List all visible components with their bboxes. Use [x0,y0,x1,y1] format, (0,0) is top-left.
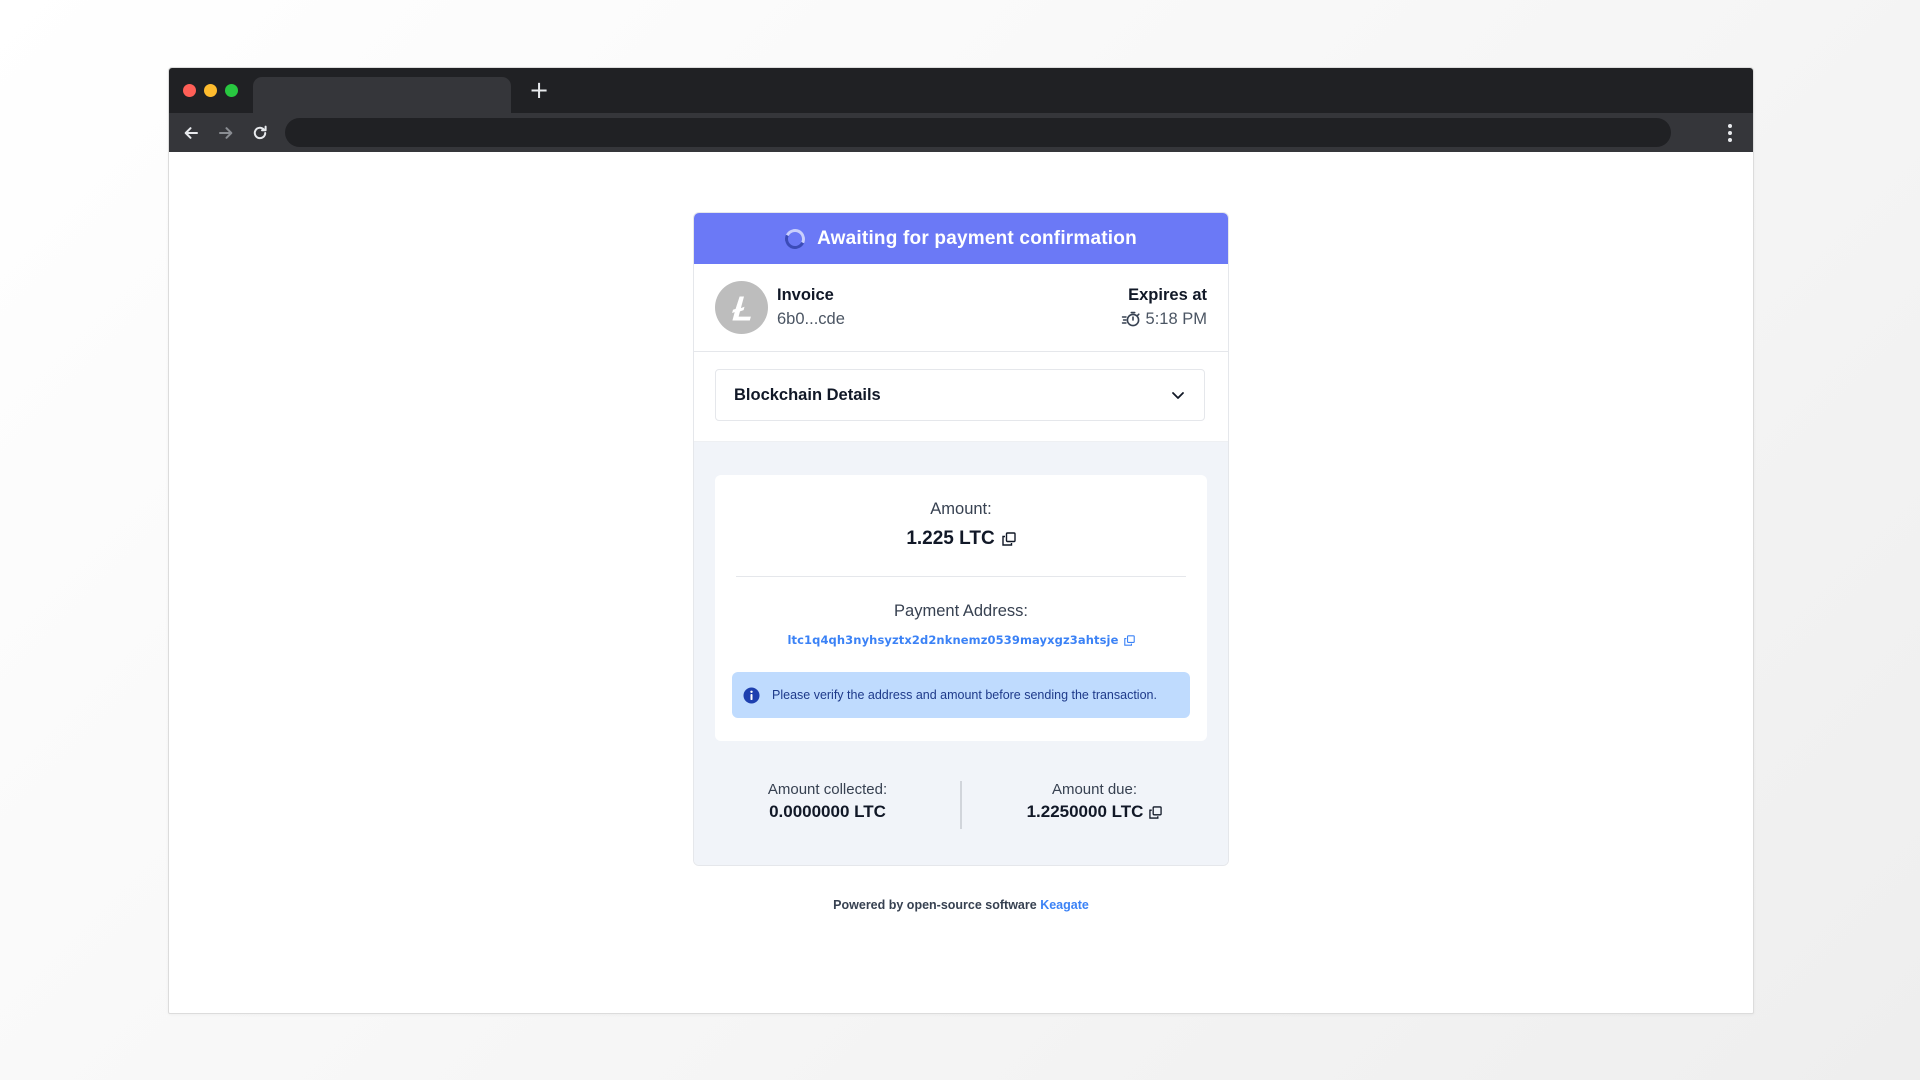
copy-icon [1001,532,1016,546]
powered-by-text: Powered by open-source software [833,898,1037,912]
invoice-info: Invoice 6b0...cde [777,284,845,332]
amount-due: Amount due: 1.2250000 LTC [961,777,1228,824]
payment-area: Amount: 1.225 LTC Payment Address: ltc1q… [694,442,1228,865]
payment-box: Amount: 1.225 LTC Payment Address: ltc1q… [715,475,1207,741]
amount-due-label: Amount due: [1051,781,1138,798]
invoice-header: Invoice 6b0...cde Expires at 5:18 PM [694,264,1228,352]
browser-tab[interactable] [253,77,511,113]
page-viewport: Awaiting for payment confirmation Invoic… [169,152,1753,1012]
amount-row: 1.225 LTC [715,528,1207,550]
tab-bar: + [169,68,1753,113]
arrow-right-icon [219,127,233,139]
expires-time: 5:18 PM [1145,310,1207,328]
back-button[interactable] [179,121,203,145]
copy-address-button[interactable] [1123,634,1135,646]
blockchain-details-toggle[interactable]: Blockchain Details [715,369,1205,421]
amount-due-value: 1.2250000 LTC [1026,802,1144,821]
payment-address-label: Payment Address: [894,602,1028,620]
chevron-down-icon [1172,392,1184,399]
powered-by-footer: Powered by open-source software Keagate [169,898,1753,912]
kebab-dot [1728,124,1732,128]
browser-window: + Awaiting for payment confirmation Invo… [168,67,1754,1014]
expires-info: Expires at 5:18 PM [1121,284,1207,332]
invoice-title: Invoice [777,286,834,304]
close-window-button[interactable] [183,84,196,97]
copy-amount-due-button[interactable] [1149,805,1163,819]
verify-notice-text: Please verify the address and amount bef… [772,688,1157,702]
new-tab-button[interactable]: + [527,78,551,102]
amount-summary: Amount collected: 0.0000000 LTC Amount d… [694,777,1228,837]
maximize-window-button[interactable] [225,84,238,97]
payment-address-row: ltc1q4qh3nyhsyztx2d2nknemz0539mayxgz3aht… [715,633,1207,647]
amount-collected-value: 0.0000000 LTC [769,802,886,821]
amount-collected: Amount collected: 0.0000000 LTC [694,777,961,824]
info-icon [743,687,760,703]
blockchain-details-title: Blockchain Details [734,385,881,404]
reload-icon [253,125,267,140]
address-bar[interactable] [285,118,1671,147]
payment-address-link[interactable]: ltc1q4qh3nyhsyztx2d2nknemz0539mayxgz3aht… [787,633,1118,647]
copy-icon [1149,805,1163,819]
keagate-link[interactable]: Keagate [1040,898,1089,912]
status-banner: Awaiting for payment confirmation [694,213,1228,264]
arrow-left-icon [184,127,198,139]
litecoin-icon [715,281,768,334]
kebab-dot [1728,131,1732,135]
expires-time-row: 5:18 PM [1121,306,1207,332]
copy-amount-button[interactable] [1001,532,1016,546]
amount-label: Amount: [930,500,992,518]
minimize-window-button[interactable] [204,84,217,97]
divider [736,576,1186,577]
spinner-icon [782,225,808,252]
browser-toolbar [169,113,1753,152]
verify-notice: Please verify the address and amount bef… [732,672,1190,718]
invoice-id: 6b0...cde [777,310,845,328]
amount-collected-value-row: 0.0000000 LTC [694,800,961,824]
amount-value: 1.225 LTC [906,528,995,549]
kebab-dot [1728,138,1732,142]
browser-menu-button[interactable] [1721,122,1739,144]
timer-icon [1121,311,1140,327]
amount-collected-label: Amount collected: [767,781,888,798]
status-text: Awaiting for payment confirmation [817,227,1137,249]
invoice-card: Awaiting for payment confirmation Invoic… [693,212,1229,866]
reload-button[interactable] [248,121,272,145]
forward-button[interactable] [214,121,238,145]
copy-icon [1123,634,1135,646]
amount-due-value-row: 1.2250000 LTC [961,800,1228,824]
blockchain-details-section: Blockchain Details [694,352,1228,442]
expires-title: Expires at [1128,286,1207,304]
